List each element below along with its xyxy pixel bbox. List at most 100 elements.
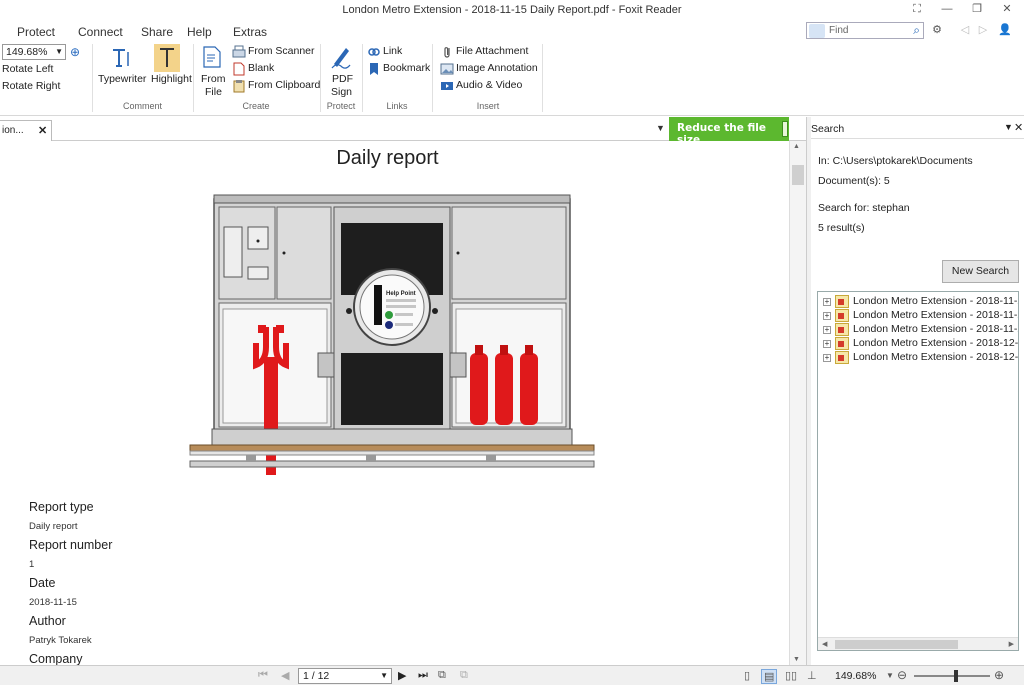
close-panel-icon[interactable]: ✕: [1014, 121, 1023, 134]
find-input[interactable]: Find ⌕: [806, 22, 924, 39]
audio-video-button[interactable]: Audio & Video: [456, 79, 522, 91]
search-results-tree[interactable]: + London Metro Extension - 2018-11-21 + Lo…: [817, 291, 1019, 651]
from-clipboard-button[interactable]: From Clipboard: [248, 79, 320, 91]
expand-icon[interactable]: +: [823, 326, 831, 334]
pdf-sign-button-line1[interactable]: PDF: [332, 73, 353, 85]
page-number-input[interactable]: 1 / 12 ▼: [298, 668, 392, 684]
continuous-facing-icon[interactable]: ⊥: [807, 669, 817, 682]
next-view-icon[interactable]: ⧉: [460, 669, 468, 682]
zoom-in-icon[interactable]: ⊕: [70, 45, 80, 59]
typewriter-button[interactable]: Typewriter: [98, 73, 146, 85]
close-button[interactable]: ✕: [1000, 2, 1014, 16]
search-icon[interactable]: ⌕: [913, 23, 920, 38]
panel-menu-icon[interactable]: ▼: [1004, 122, 1013, 132]
scroll-left-icon[interactable]: ◀: [822, 640, 827, 648]
restore-button[interactable]: ❐: [970, 2, 984, 16]
rotate-right-button[interactable]: Rotate Right: [2, 80, 60, 92]
ribbon-divider: [542, 44, 543, 112]
ribbon-divider: [92, 44, 93, 112]
expand-icon[interactable]: +: [823, 340, 831, 348]
first-page-icon[interactable]: ⏮: [258, 669, 268, 682]
close-tab-icon[interactable]: ✕: [38, 124, 47, 137]
previous-page-icon[interactable]: ◀: [281, 669, 289, 682]
document-page: Daily report Help Point Report type Dail…: [0, 141, 789, 665]
search-result-count: 5 result(s): [818, 222, 865, 234]
title-bar: London Metro Extension - 2018-11-15 Dail…: [0, 0, 1024, 20]
rotate-left-button[interactable]: Rotate Left: [2, 63, 53, 75]
expand-icon[interactable]: +: [823, 312, 831, 320]
next-page-icon[interactable]: ▶: [398, 669, 406, 682]
menu-connect[interactable]: Connect: [78, 25, 123, 39]
fullscreen-icon[interactable]: ⛶: [910, 2, 924, 16]
scroll-down-icon[interactable]: ▼: [793, 656, 800, 663]
scroll-up-icon[interactable]: ▲: [793, 143, 800, 150]
ribbon: 149.68% ▼ ⊕ Rotate Left Rotate Right Type…: [0, 42, 1024, 116]
facing-pages-icon[interactable]: ▯▯: [785, 669, 797, 682]
blank-button[interactable]: Blank: [248, 62, 274, 74]
result-label: London Metro Extension - 2018-11-23: [853, 323, 1019, 335]
menu-protect[interactable]: Protect: [17, 25, 55, 39]
result-label: London Metro Extension - 2018-12-14: [853, 351, 1019, 363]
single-page-icon[interactable]: ▯: [744, 669, 750, 682]
zoom-dropdown-icon[interactable]: ▼: [886, 671, 894, 680]
cabinet-illustration: Help Point: [189, 194, 595, 475]
zip-icon: [782, 121, 788, 137]
continuous-page-icon[interactable]: ▤: [761, 669, 778, 684]
highlight-button[interactable]: Highlight: [151, 73, 192, 85]
horizontal-scrollbar[interactable]: ◀ ▶: [818, 637, 1018, 650]
bookmark-button[interactable]: Bookmark: [383, 62, 430, 74]
menu-extras[interactable]: Extras: [233, 25, 267, 39]
menu-share[interactable]: Share: [141, 25, 173, 39]
report-type-value: Daily report: [29, 521, 78, 532]
result-label: London Metro Extension - 2018-11-21: [853, 295, 1019, 307]
result-item[interactable]: + London Metro Extension - 2018-12-05: [818, 337, 1018, 350]
from-file-button-line2[interactable]: File: [205, 86, 222, 98]
result-item[interactable]: + London Metro Extension - 2018-11-21: [818, 295, 1019, 308]
search-panel-title: Search: [811, 123, 845, 135]
ribbon-divider: [320, 44, 321, 112]
back-icon[interactable]: ◁: [958, 23, 972, 37]
find-options-icon[interactable]: [809, 24, 825, 38]
menu-help[interactable]: Help: [187, 25, 212, 39]
from-file-button-line1[interactable]: From: [201, 73, 226, 85]
from-scanner-button[interactable]: From Scanner: [248, 45, 315, 57]
ribbon-divider: [432, 44, 433, 112]
document-tab[interactable]: ion... ✕: [0, 120, 52, 141]
author-label: Author: [29, 614, 66, 628]
gear-icon[interactable]: ⚙: [930, 23, 944, 37]
pdf-file-icon: [835, 295, 849, 308]
reduce-file-size-banner[interactable]: Reduce the file size: [669, 117, 789, 146]
forward-icon[interactable]: ▷: [976, 23, 990, 37]
scrollbar-thumb[interactable]: [835, 640, 958, 649]
result-item[interactable]: + London Metro Extension - 2018-11-23: [818, 323, 1019, 336]
zoom-slider-track[interactable]: [914, 675, 990, 677]
vertical-scrollbar[interactable]: ▲ ▼: [789, 141, 806, 665]
scroll-right-icon[interactable]: ▶: [1009, 640, 1014, 648]
tab-list-dropdown-icon[interactable]: ▼: [656, 123, 665, 133]
result-item[interactable]: + London Metro Extension - 2018-12-14: [818, 351, 1019, 364]
zoom-slider-thumb[interactable]: [954, 670, 958, 682]
minimize-button[interactable]: —: [940, 2, 954, 16]
new-search-button[interactable]: New Search: [942, 260, 1019, 283]
expand-icon[interactable]: +: [823, 354, 831, 362]
ribbon-divider: [193, 44, 194, 112]
scrollbar-thumb[interactable]: [792, 165, 804, 185]
user-icon[interactable]: 👤: [998, 23, 1012, 37]
result-item[interactable]: + London Metro Extension - 2018-11-22: [818, 309, 1018, 322]
search-location: In: C:\Users\ptokarek\Documents: [818, 155, 973, 167]
zoom-out-icon[interactable]: ⊖: [897, 668, 907, 682]
previous-view-icon[interactable]: ⧉: [438, 669, 446, 682]
image-annotation-button[interactable]: Image Annotation: [456, 62, 538, 74]
zoom-in-status-icon[interactable]: ⊕: [994, 668, 1004, 682]
zoom-select-value: 149.68%: [6, 46, 48, 58]
link-button[interactable]: Link: [383, 45, 402, 57]
document-tab-label: ion...: [2, 125, 24, 136]
zoom-select[interactable]: 149.68% ▼: [2, 44, 66, 60]
links-group-label: Links: [386, 101, 408, 111]
last-page-icon[interactable]: ⏭: [418, 669, 428, 682]
image-icon: [440, 63, 454, 75]
file-attachment-button[interactable]: File Attachment: [456, 45, 528, 57]
blank-page-icon: [233, 62, 245, 76]
pdf-sign-button-line2[interactable]: Sign: [331, 86, 352, 98]
expand-icon[interactable]: +: [823, 298, 831, 306]
